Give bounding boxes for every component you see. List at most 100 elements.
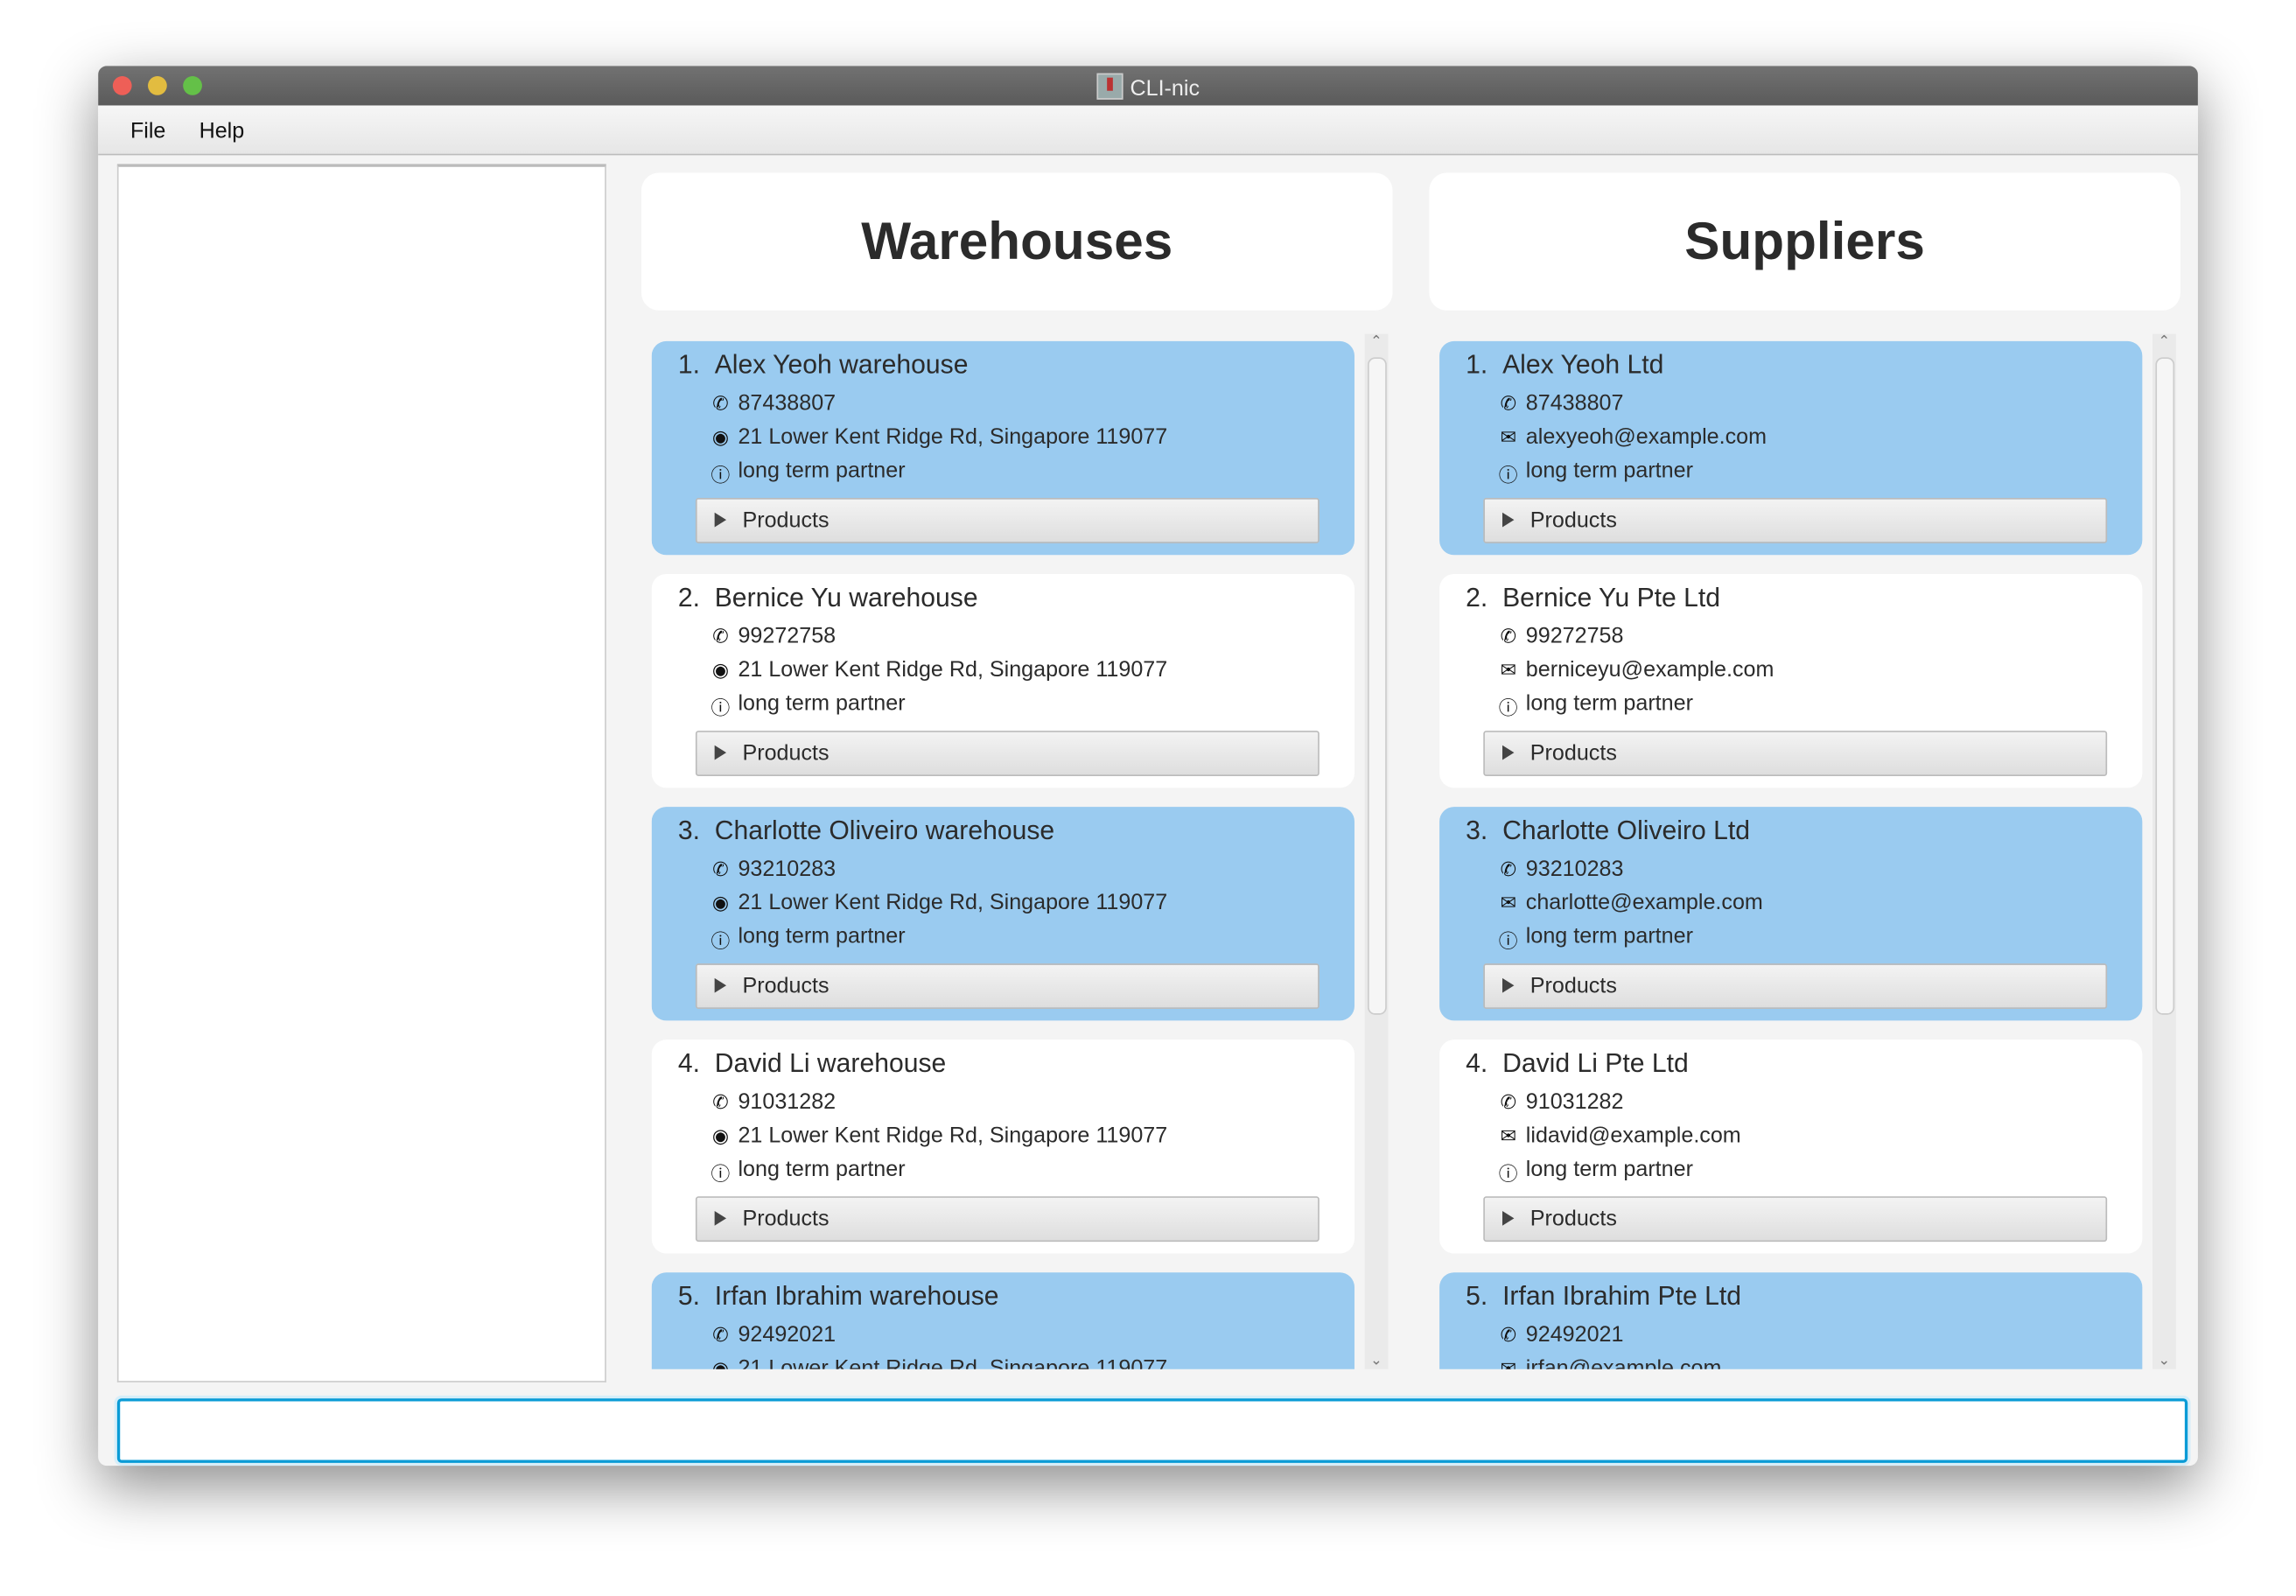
card-index: 2. (677, 583, 700, 612)
info-icon: ⓘ (710, 929, 731, 952)
supplier-card[interactable]: 1. Alex Yeoh Ltd ✆ 87438807 ✉ alexyeoh@exa… (1439, 340, 2143, 556)
location-pin-icon: ◉ (711, 659, 729, 682)
phone-icon: ✆ (712, 1090, 729, 1113)
menu-file[interactable]: File (130, 119, 165, 144)
products-label: Products (742, 1206, 830, 1232)
scroll-down-icon[interactable]: ⌄ (2152, 1353, 2176, 1368)
address-row: ◉ 21 Lower Kent Ridge Rd, Singapore 11907… (712, 424, 1167, 449)
products-toggle[interactable]: Products (1483, 497, 2108, 543)
products-toggle[interactable]: Products (695, 963, 1320, 1010)
card-title: 4. David Li Pte Ltd (1466, 1048, 1689, 1079)
warehouse-card[interactable]: 2. Bernice Yu warehouse ✆ 99272758 ◉ 21 Lo… (651, 574, 1354, 788)
supplier-card[interactable]: 5. Irfan Ibrahim Pte Ltd ✆ 92492021 ✉ irfa… (1439, 1272, 2143, 1369)
warehouse-card[interactable]: 3. Charlotte Oliveiro warehouse ✆ 9321028… (651, 807, 1354, 1021)
email-row: ✉ berniceyu@example.com (1501, 657, 1774, 682)
card-index: 3. (677, 816, 700, 845)
products-label: Products (1530, 740, 1617, 766)
scroll-up-icon[interactable]: ⌃ (2152, 334, 2176, 350)
email-row: ✉ lidavid@example.com (1501, 1123, 1741, 1149)
warehouse-card[interactable]: 5. Irfan Ibrahim warehouse ✆ 92492021 ◉ 21… (651, 1272, 1354, 1369)
expand-triangle-icon (714, 1210, 727, 1226)
phone-text: 93210283 (738, 856, 836, 882)
phone-text: 91031282 (1525, 1089, 1624, 1115)
products-toggle[interactable]: Products (1483, 1196, 2108, 1242)
supplier-card[interactable]: 2. Bernice Yu Pte Ltd ✆ 99272758 ✉ bernice… (1439, 574, 2143, 788)
card-index: 4. (677, 1048, 700, 1078)
email-icon: ✉ (1500, 425, 1516, 449)
email-icon: ✉ (1500, 1357, 1516, 1369)
warehouse-list-scrollbar[interactable]: ⌃ ⌄ (1364, 333, 1389, 1369)
email-text: berniceyu@example.com (1525, 657, 1774, 682)
card-index: 3. (1466, 816, 1488, 845)
email-row: ✉ alexyeoh@example.com (1501, 424, 1767, 449)
menu-bar: File Help (98, 105, 2198, 156)
products-toggle[interactable]: Products (695, 731, 1320, 776)
expand-triangle-icon (714, 745, 727, 760)
address-row: ◉ 21 Lower Kent Ridge Rd, Singapore 11907… (712, 657, 1168, 682)
products-toggle[interactable]: Products (1483, 963, 2108, 1010)
phone-text: 93210283 (1525, 856, 1624, 882)
address-text: 21 Lower Kent Ridge Rd, Singapore 119077 (738, 1355, 1168, 1369)
scrollbar-thumb[interactable] (1368, 357, 1387, 1015)
products-toggle[interactable]: Products (695, 1196, 1320, 1242)
expand-triangle-icon (714, 977, 727, 993)
expand-triangle-icon (1502, 977, 1515, 993)
title-bar: CLI-nic (98, 66, 2198, 106)
warehouse-card[interactable]: 4. David Li warehouse ✆ 91031282 ◉ 21 Lowe… (651, 1040, 1354, 1254)
phone-row: ✆ 92492021 (712, 1322, 836, 1348)
phone-row: ✆ 87438807 (1501, 390, 1624, 416)
address-text: 21 Lower Kent Ridge Rd, Singapore 119077 (738, 657, 1168, 682)
remark-row: ⓘ long term partner (710, 1157, 906, 1185)
location-pin-icon: ◉ (711, 1124, 729, 1147)
expand-triangle-icon (1502, 1210, 1515, 1226)
phone-row: ✆ 91031282 (712, 1089, 836, 1114)
menu-help[interactable]: Help (200, 119, 245, 144)
supplier-card[interactable]: 4. David Li Pte Ltd ✆ 91031282 ✉ lidavid@e… (1439, 1040, 2143, 1254)
phone-text: 92492021 (738, 1322, 836, 1348)
phone-row: ✆ 99272758 (1501, 623, 1624, 649)
info-icon: ⓘ (1498, 464, 1518, 486)
supplier-list: 1. Alex Yeoh Ltd ✆ 87438807 ✉ alexyeoh@exa… (1439, 334, 2146, 1369)
scroll-up-icon[interactable]: ⌃ (1365, 334, 1389, 350)
address-row: ◉ 21 Lower Kent Ridge Rd, Singapore 11907… (712, 890, 1167, 914)
remark-text: long term partner (1525, 923, 1693, 949)
products-toggle[interactable]: Products (1483, 731, 2108, 776)
phone-icon: ✆ (1500, 625, 1516, 648)
card-title: 1. Alex Yeoh Ltd (1466, 350, 1663, 381)
products-toggle[interactable]: Products (695, 497, 1320, 543)
location-pin-icon: ◉ (711, 892, 729, 914)
result-display-panel (116, 164, 606, 1382)
phone-row: ✆ 99272758 (712, 624, 836, 648)
remark-text: long term partner (738, 1157, 906, 1182)
email-text: lidavid@example.com (1525, 1123, 1741, 1149)
card-title: 2. Bernice Yu warehouse (678, 583, 978, 613)
scroll-down-icon[interactable]: ⌄ (1365, 1353, 1389, 1368)
email-text: charlotte@example.com (1525, 890, 1763, 915)
card-title: 5. Irfan Ibrahim warehouse (678, 1281, 999, 1312)
card-name: Alex Yeoh warehouse (714, 349, 969, 380)
supplier-card[interactable]: 3. Charlotte Oliveiro Ltd ✆ 93210283 ✉ cha… (1439, 807, 2143, 1021)
address-text: 21 Lower Kent Ridge Rd, Singapore 119077 (738, 1123, 1168, 1149)
remark-row: ⓘ long term partner (710, 923, 906, 952)
info-icon: ⓘ (710, 1162, 731, 1185)
phone-icon: ✆ (712, 858, 729, 880)
card-title: 4. David Li warehouse (678, 1048, 946, 1079)
phone-text: 99272758 (1525, 623, 1624, 649)
scrollbar-thumb[interactable] (2155, 357, 2175, 1015)
card-title: 2. Bernice Yu Pte Ltd (1466, 583, 1720, 613)
command-input[interactable] (116, 1398, 2188, 1463)
info-icon: ⓘ (1498, 929, 1518, 952)
info-icon: ⓘ (710, 464, 731, 486)
card-name: Irfan Ibrahim warehouse (714, 1281, 999, 1311)
remark-row: ⓘ long term partner (710, 458, 905, 486)
phone-row: ✆ 93210283 (1501, 856, 1624, 882)
warehouse-card[interactable]: 1. Alex Yeoh warehouse ✆ 87438807 ◉ 21 Low… (651, 340, 1354, 556)
phone-text: 87438807 (1525, 390, 1624, 416)
remark-text: long term partner (738, 923, 906, 949)
phone-icon: ✆ (1500, 858, 1516, 880)
address-row: ◉ 21 Lower Kent Ridge Rd, Singapore 11907… (712, 1355, 1168, 1369)
card-name: Bernice Yu warehouse (714, 583, 978, 612)
supplier-list-scrollbar[interactable]: ⌃ ⌄ (2152, 333, 2176, 1369)
email-icon: ✉ (1500, 1124, 1516, 1147)
app-window: CLI-nic File Help Warehouses 1. Alex Yeo… (98, 66, 2198, 1466)
